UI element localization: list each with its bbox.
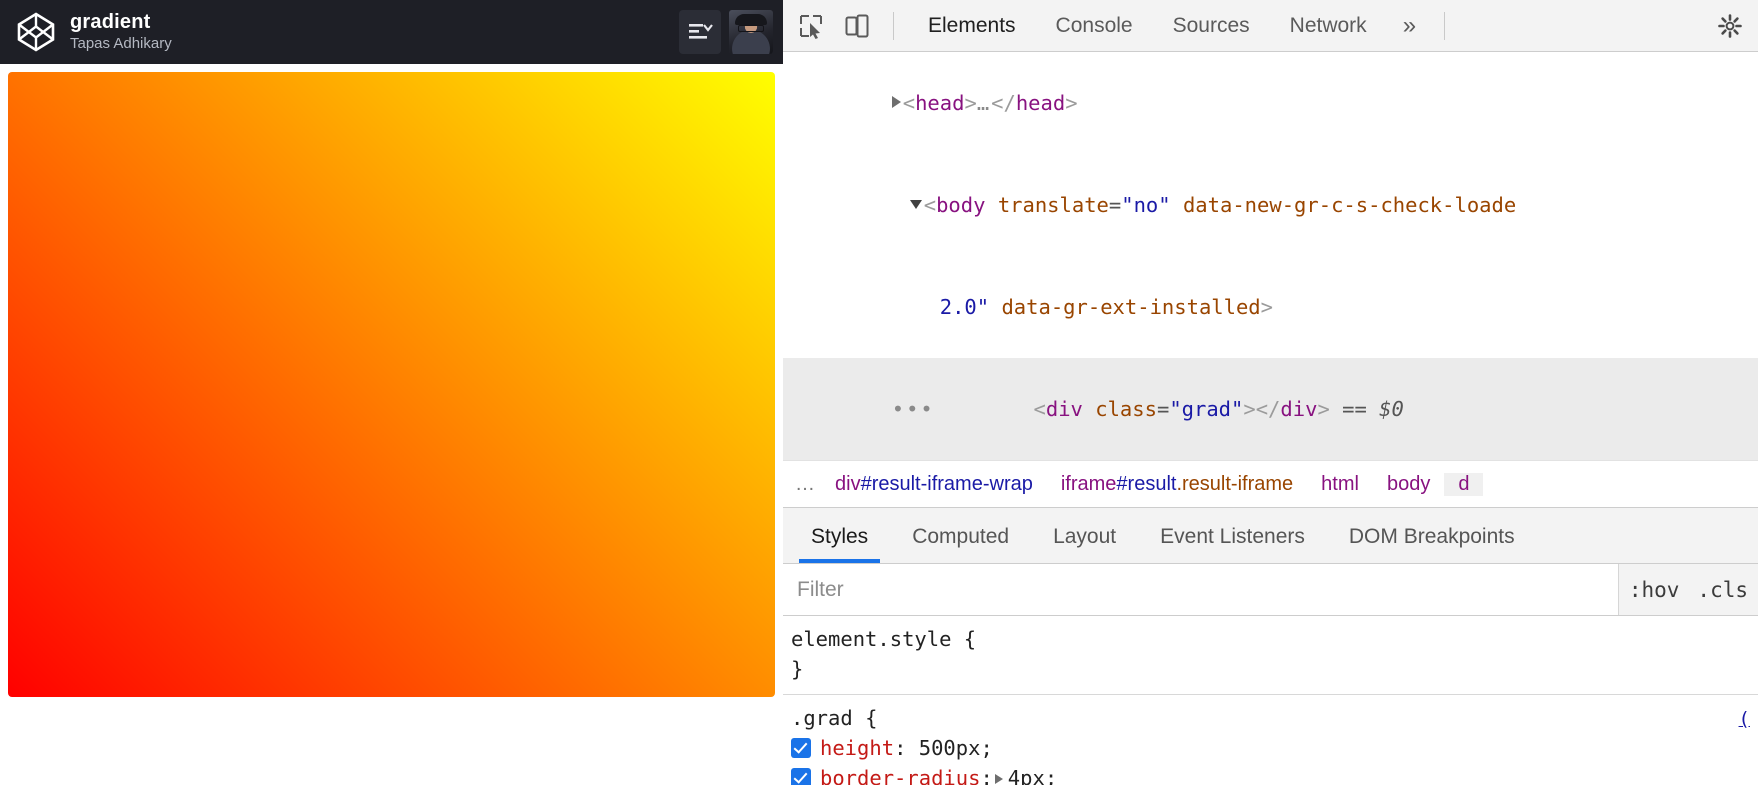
cls-toggle-button[interactable]: .cls [1697,578,1748,602]
rule-selector-grad[interactable]: .grad { [791,703,1758,733]
value-height[interactable]: 500px; [919,736,993,760]
chevron-down-icon[interactable] [909,200,922,209]
rule-grad[interactable]: ( .grad { height: 500px; border-radius: 4… [783,695,1758,785]
tab-styles[interactable]: Styles [789,525,890,563]
user-avatar[interactable] [729,10,773,54]
toolbar-divider [893,11,894,40]
hov-toggle-button[interactable]: :hov [1629,578,1680,602]
device-toolbar-icon[interactable] [835,6,879,46]
value-border-radius[interactable]: 4px; [1008,766,1057,785]
tab-console[interactable]: Console [1036,0,1153,51]
devtools-pane: Elements Console Sources Network » <head… [783,0,1758,785]
filter-buttons: :hov .cls [1618,564,1758,615]
tab-network[interactable]: Network [1270,0,1387,51]
css-rules-list[interactable]: element.style { } ( .grad { height: 500p… [783,616,1758,785]
search-input[interactable] [783,564,1618,615]
tab-elements[interactable]: Elements [908,0,1036,51]
chevron-right-icon[interactable] [891,96,901,108]
rule-element-style[interactable]: element.style { } [783,616,1758,695]
dom-line-head[interactable]: <head>…</head> [783,52,1758,154]
property-border-radius[interactable]: border-radius [820,766,980,785]
avatar-hair [735,14,767,25]
pen-meta: gradient Tapas Adhikary [70,11,172,53]
devtools-toolbar: Elements Console Sources Network » [783,0,1758,52]
breadcrumb-overflow[interactable]: … [795,473,821,496]
dom-line-body[interactable]: <body translate="no" data-new-gr-c-s-che… [783,154,1758,256]
breadcrumb-item-body[interactable]: body [1373,473,1444,496]
codepen-pane: gradient Tapas Adhikary [0,0,783,785]
breadcrumb-item-selected[interactable]: d [1444,472,1484,496]
devtools-tabs: Elements Console Sources Network [908,0,1387,51]
screen-root: gradient Tapas Adhikary Elements Console… [0,0,1758,785]
inspect-element-icon[interactable] [789,6,833,46]
toolbar-right-icons [1708,6,1752,46]
checkbox-border-radius[interactable] [791,768,811,785]
tab-layout[interactable]: Layout [1031,525,1138,563]
pen-result-area [8,72,775,785]
pen-title: gradient [70,11,151,34]
dom-dots-icon[interactable]: ••• [892,397,935,421]
more-tabs-button[interactable]: » [1389,0,1430,51]
expand-arrow-icon-border-radius[interactable] [994,774,1003,784]
rule-close-brace-0: } [791,657,804,681]
property-height[interactable]: height [820,736,894,760]
breadcrumb-item-div-result-iframe-wrap[interactable]: div#result-iframe-wrap [821,473,1047,496]
styles-filter-row: :hov .cls [783,564,1758,616]
tab-sources[interactable]: Sources [1153,0,1270,51]
breadcrumb-item-html[interactable]: html [1307,473,1373,496]
styles-sidebar-tabs: Styles Computed Layout Event Listeners D… [783,508,1758,564]
devtools-settings-icon[interactable] [1708,6,1752,46]
list-settings-icon[interactable] [679,10,721,54]
codepen-logo-icon[interactable] [16,12,56,52]
dom-line-body-cont[interactable]: 2.0" data-gr-ext-installed> [783,256,1758,358]
rule-source-link-grad[interactable]: ( [1739,704,1750,734]
breadcrumb: … div#result-iframe-wrap iframe#result.r… [783,460,1758,508]
dom-line-grad-div[interactable]: ••• <div class="grad"></div> == $0 [783,358,1758,460]
rule-selector-element-style[interactable]: element.style { [791,624,1758,654]
avatar-glasses [738,25,764,32]
pen-header: gradient Tapas Adhikary [0,0,783,64]
pen-header-actions [679,10,775,54]
dom-tree[interactable]: <head>…</head> <body translate="no" data… [783,52,1758,460]
breadcrumb-item-iframe-result[interactable]: iframe#result.result-iframe [1047,473,1307,496]
tab-computed[interactable]: Computed [890,525,1031,563]
declaration-height[interactable]: height: 500px; [791,733,1758,763]
pen-author[interactable]: Tapas Adhikary [70,36,172,53]
declaration-border-radius[interactable]: border-radius: 4px; [791,763,1758,785]
toolbar-divider-2 [1444,11,1446,40]
gradient-preview-box[interactable] [8,72,775,697]
tab-dom-breakpoints[interactable]: DOM Breakpoints [1327,525,1537,563]
checkbox-height[interactable] [791,738,811,758]
tab-event-listeners[interactable]: Event Listeners [1138,525,1327,563]
